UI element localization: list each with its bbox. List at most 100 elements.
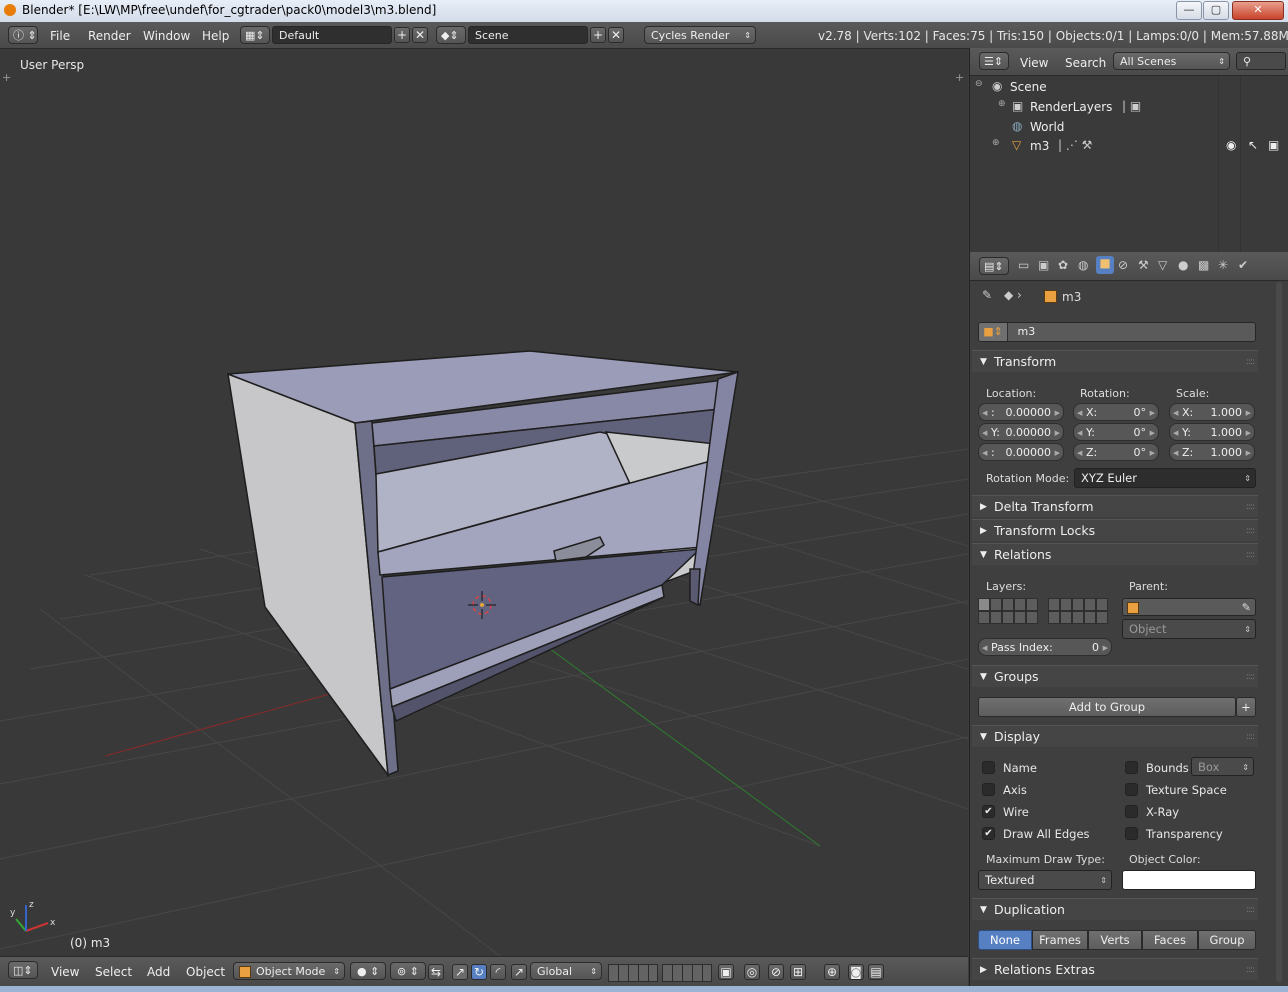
add-to-group-button[interactable]: Add to Group [978, 697, 1236, 717]
screen-layout-field[interactable]: Default [272, 26, 392, 44]
world-tab-icon[interactable]: ◍ [1078, 258, 1088, 272]
render-anim-icon[interactable]: ▤ [868, 964, 884, 980]
proportional-edit-icon[interactable]: ◎ [744, 964, 760, 980]
menu-object[interactable]: Object [186, 965, 225, 979]
nightstand-model[interactable] [227, 350, 739, 778]
particles-tab-icon[interactable]: ✳ [1218, 258, 1228, 272]
scene-tab-icon[interactable]: ✿ [1058, 258, 1068, 272]
menu-help[interactable]: Help [202, 29, 229, 43]
add-scene-icon[interactable]: + [590, 27, 606, 43]
selectable-cursor-icon[interactable]: ↖ [1248, 138, 1258, 152]
remove-screen-icon[interactable]: ✕ [412, 27, 428, 43]
renderable-camera-icon[interactable]: ▣ [1268, 138, 1279, 152]
max-draw-type-select[interactable]: Textured ⇕ [978, 870, 1112, 890]
outliner-menu-search[interactable]: Search [1065, 56, 1106, 70]
scale-z-field[interactable]: ◀ Z: 1.000 ▶ [1169, 443, 1255, 461]
scale-icon[interactable]: ◜ [490, 964, 506, 980]
relations-extras-panel-header[interactable]: ▶ Relations Extras:::: [972, 958, 1258, 980]
outliner-editor-type-button[interactable]: ☰⇕ [979, 52, 1009, 70]
bounds-type-select[interactable]: Box ⇕ [1191, 757, 1254, 776]
properties-scrollbar[interactable] [1276, 282, 1282, 982]
display-transparency-checkbox[interactable] [1125, 827, 1138, 840]
outliner-display-mode-select[interactable]: All Scenes ⇕ [1113, 52, 1230, 70]
display-texture-space-checkbox[interactable] [1125, 783, 1138, 796]
transform-locks-panel-header[interactable]: ▶ Transform Locks:::: [972, 519, 1258, 541]
layer-buttons-left[interactable] [608, 964, 658, 982]
menu-select[interactable]: Select [95, 965, 132, 979]
display-wire-checkbox[interactable]: ✔ [982, 805, 995, 818]
relations-panel-header[interactable]: ▼ Relations:::: [972, 543, 1258, 565]
expand-icon[interactable]: ⊕ [992, 138, 1000, 148]
duplication-verts-button[interactable]: Verts [1088, 930, 1142, 950]
scale-y-field[interactable]: ◀ Y: 1.000 ▶ [1169, 423, 1255, 441]
renderlayers-tab-icon[interactable]: ▣ [1038, 258, 1049, 272]
parent-field[interactable]: ✎ [1122, 598, 1256, 616]
3d-viewport[interactable]: User Persp + + x y z (0) m3 [0, 49, 968, 956]
translate-icon[interactable]: ↗ [452, 964, 468, 980]
orientation-select[interactable]: Global ⇕ [530, 962, 602, 980]
scene-field[interactable]: Scene [468, 26, 588, 44]
menu-render[interactable]: Render [88, 29, 131, 43]
object-color-swatch[interactable] [1122, 870, 1256, 890]
transform-panel-header[interactable]: ▼ Transform:::: [972, 350, 1258, 372]
lock-layers-icon[interactable]: ▣ [718, 964, 734, 980]
display-xray-checkbox[interactable] [1125, 805, 1138, 818]
outliner-menu-view[interactable]: View [1020, 56, 1048, 70]
parent-type-select[interactable]: Object ⇕ [1122, 619, 1256, 639]
outliner-item-scene[interactable]: ⊖ ◉ Scene [970, 77, 1270, 97]
add-group-plus-button[interactable]: + [1236, 697, 1256, 717]
texture-tab-icon[interactable]: ▩ [1198, 258, 1209, 272]
duplication-faces-button[interactable]: Faces [1142, 930, 1198, 950]
rotation-y-field[interactable]: ◀ Y: 0° ▶ [1073, 423, 1159, 441]
delta-transform-panel-header[interactable]: ▶ Delta Transform:::: [972, 495, 1258, 517]
data-tab-icon[interactable]: ▽ [1158, 258, 1167, 272]
menu-add[interactable]: Add [147, 965, 170, 979]
modifiers-tab-icon[interactable]: ⚒ [1138, 258, 1149, 272]
location-y-field[interactable]: ◀ Y: 0.00000 ▶ [978, 423, 1064, 441]
rotation-z-field[interactable]: ◀ Z: 0° ▶ [1073, 443, 1159, 461]
scene-icon[interactable]: ◆⇕ [436, 26, 466, 44]
eyedropper-icon[interactable]: ✎ [1242, 599, 1251, 615]
outliner-item-renderlayers[interactable]: ⊕ ▣ RenderLayers | ▣ [970, 97, 1270, 117]
visibility-eye-icon[interactable]: ◉ [1226, 138, 1236, 152]
minimize-button[interactable]: — [1176, 1, 1202, 20]
view3d-editor-type-button[interactable]: ◫⇕ [8, 961, 38, 979]
duplication-frames-button[interactable]: Frames [1032, 930, 1088, 950]
snap-target-icon[interactable]: ⊕ [824, 964, 840, 980]
material-tab-icon[interactable]: ● [1178, 258, 1188, 272]
rotation-x-field[interactable]: ◀ X: 0° ▶ [1073, 403, 1159, 421]
outliner-item-world[interactable]: ◍ World [970, 117, 1270, 137]
remove-scene-icon[interactable]: ✕ [608, 27, 624, 43]
outliner-search-input[interactable]: ⚲ [1236, 52, 1286, 70]
render-engine-select[interactable]: Cycles Render ⇕ [644, 26, 756, 44]
close-button[interactable]: ✕ [1232, 1, 1284, 20]
location-x-field[interactable]: ◀:0.00000 ▶ [978, 403, 1064, 421]
render-tab-icon[interactable]: ▭ [1018, 258, 1029, 272]
snap-element-icon[interactable]: ⊞ [790, 964, 806, 980]
location-z-field[interactable]: ◀:0.00000 ▶ [978, 443, 1064, 461]
pivot-select[interactable]: ⊚ ⇕ [390, 962, 426, 980]
duplication-group-button[interactable]: Group [1198, 930, 1256, 950]
display-draw-all-edges-checkbox[interactable]: ✔ [982, 827, 995, 840]
render-still-icon[interactable]: ◙ [848, 964, 864, 980]
mode-select[interactable]: Object Mode ⇕ [233, 962, 345, 980]
manipulator-toggle-icon[interactable]: ⇆ [428, 964, 444, 980]
menu-view[interactable]: View [51, 965, 79, 979]
object-layers-grid-left[interactable] [978, 598, 1040, 626]
duplication-panel-header[interactable]: ▼ Duplication:::: [972, 898, 1258, 920]
display-bounds-checkbox[interactable] [1125, 761, 1138, 774]
pin-icon[interactable]: ✎ [982, 288, 992, 302]
rotation-mode-select[interactable]: XYZ Euler ⇕ [1074, 468, 1256, 488]
snap-toggle-icon[interactable]: ⊘ [768, 964, 784, 980]
display-panel-header[interactable]: ▼ Display:::: [972, 725, 1258, 747]
object-layers-grid-right[interactable] [1048, 598, 1110, 626]
duplication-none-button[interactable]: None [978, 930, 1032, 950]
add-screen-icon[interactable]: + [394, 27, 410, 43]
object-datablock-icon[interactable]: ■⇕ [979, 323, 1008, 341]
constraints-tab-icon[interactable]: ⊘ [1118, 258, 1128, 272]
object-tab-icon[interactable]: ■ [1096, 256, 1114, 274]
menu-window[interactable]: Window [143, 29, 190, 43]
shading-select[interactable]: ● ⇕ [350, 962, 386, 980]
manipulator-mode-icon[interactable]: ↗ [511, 964, 527, 980]
editor-type-button[interactable]: ⓘ ⇕ [8, 26, 38, 44]
